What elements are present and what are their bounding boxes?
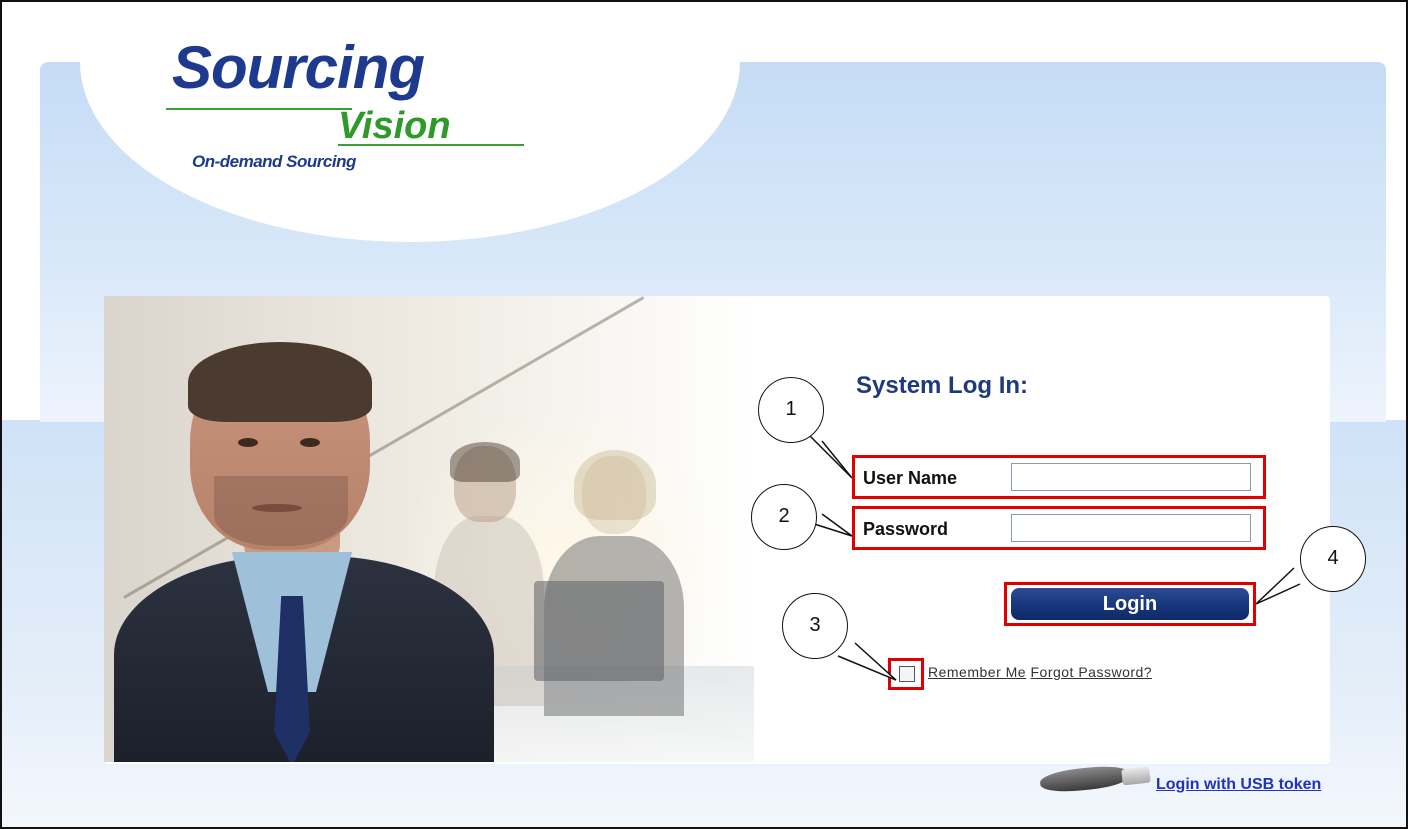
usb-login-link[interactable]: Login with USB token xyxy=(1156,776,1321,794)
usb-login-area: Login with USB token xyxy=(1039,760,1370,800)
remember-me-link[interactable]: Remember Me xyxy=(928,664,1026,680)
password-label: Password xyxy=(863,519,949,539)
remember-checkbox-highlight xyxy=(888,658,924,690)
photo-laptop xyxy=(534,581,664,681)
username-input[interactable] xyxy=(1011,463,1251,491)
callout-4: 4 xyxy=(1300,526,1366,592)
callout-3: 3 xyxy=(782,593,848,659)
callout-2: 2 xyxy=(751,484,817,550)
hero-photo xyxy=(104,296,754,762)
username-label: User Name xyxy=(863,468,958,488)
logo-text-sourcing: Sourcing xyxy=(172,34,425,101)
usb-stick-icon xyxy=(1039,763,1131,795)
password-input[interactable] xyxy=(1011,514,1251,542)
login-links: Remember Me Forgot Password? xyxy=(928,664,1152,680)
photo-businessman xyxy=(104,326,504,762)
password-row-highlight: Password xyxy=(852,506,1266,550)
callout-1: 1 xyxy=(758,377,824,443)
sourcing-vision-logo: Sourcing Vision On-demand Sourcing xyxy=(166,34,532,188)
forgot-password-link[interactable]: Forgot Password? xyxy=(1030,664,1152,680)
remember-me-checkbox[interactable] xyxy=(899,666,915,682)
usb-plug-icon xyxy=(1121,766,1151,786)
login-button-highlight: Login xyxy=(1004,582,1256,626)
logo-tagline: On-demand Sourcing xyxy=(192,152,356,171)
login-button[interactable]: Login xyxy=(1011,588,1249,620)
logo-text-vision: Vision xyxy=(338,105,451,147)
username-row-highlight: User Name xyxy=(852,455,1266,499)
logo-underline-2 xyxy=(338,144,524,146)
login-heading: System Log In: xyxy=(856,372,1029,399)
logo-underline-1 xyxy=(166,108,352,110)
